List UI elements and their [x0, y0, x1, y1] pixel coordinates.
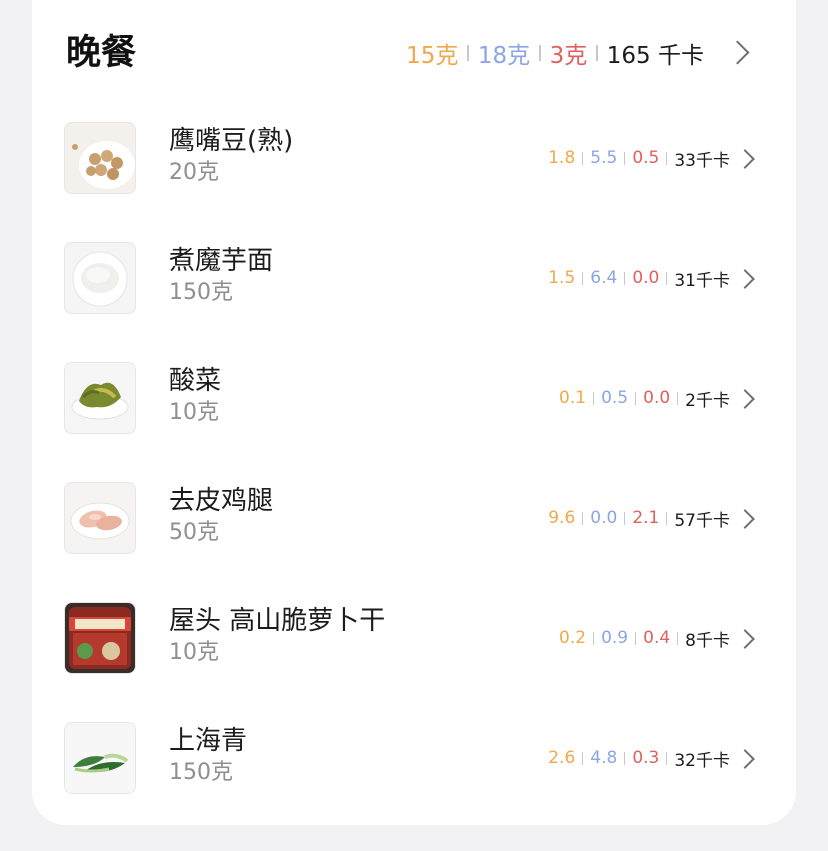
food-name: 上海青: [169, 726, 248, 756]
chevron-right-icon[interactable]: [735, 629, 755, 649]
divider: [635, 631, 637, 645]
chevron-right-icon[interactable]: [725, 40, 750, 65]
divider: [582, 511, 584, 525]
food-fat: 0.4: [643, 628, 671, 648]
food-item[interactable]: 去皮鸡腿 50克 9.6 0.0 2.1 57千卡: [32, 482, 796, 602]
food-calories: 31千卡: [674, 270, 730, 291]
food-nutrition: 0.2 0.9 0.4 8千卡: [559, 624, 730, 652]
divider: [582, 151, 584, 165]
divider: [635, 391, 637, 405]
food-carbs: 0.1: [559, 388, 587, 408]
food-fat: 0.5: [632, 148, 660, 168]
divider: [539, 45, 541, 61]
chevron-right-icon[interactable]: [735, 149, 755, 169]
konjac-noodles-photo-icon: [64, 242, 136, 314]
food-nutrition: 1.8 5.5 0.5 33千卡: [548, 144, 730, 172]
food-name: 屋头 高山脆萝卜干: [169, 606, 386, 636]
divider: [666, 151, 668, 165]
divider: [624, 751, 626, 765]
food-item[interactable]: 屋头 高山脆萝卜干 10克 0.2 0.9 0.4 8千卡: [32, 602, 796, 722]
divider: [596, 45, 598, 61]
food-name: 酸菜: [169, 366, 222, 396]
meal-header[interactable]: 晚餐 15克 18克 3克 165 千卡: [32, 0, 796, 104]
food-carbs: 1.8: [548, 148, 576, 168]
chevron-right-icon[interactable]: [735, 749, 755, 769]
divider: [593, 631, 595, 645]
food-calories: 2千卡: [685, 390, 730, 411]
food-calories: 32千卡: [674, 750, 730, 771]
divider: [582, 751, 584, 765]
food-nutrition: 9.6 0.0 2.1 57千卡: [548, 504, 730, 532]
food-nutrition: 1.5 6.4 0.0 31千卡: [548, 264, 730, 292]
meal-calories: 165 千卡: [606, 43, 704, 69]
food-amount: 150克: [169, 280, 233, 305]
meal-fat: 3克: [549, 43, 588, 69]
meal-card: 晚餐 15克 18克 3克 165 千卡 鹰嘴豆(熟) 20克 1.8 5.5 …: [32, 0, 796, 825]
food-nutrition: 2.6 4.8 0.3 32千卡: [548, 744, 730, 772]
food-fat: 0.3: [632, 748, 660, 768]
divider: [666, 751, 668, 765]
food-fat: 0.0: [643, 388, 671, 408]
food-carbs: 1.5: [548, 268, 576, 288]
food-nutrition: 0.1 0.5 0.0 2千卡: [559, 384, 730, 412]
food-protein: 6.4: [590, 268, 618, 288]
divider: [624, 271, 626, 285]
food-name: 鹰嘴豆(熟): [169, 126, 294, 156]
food-protein: 0.9: [601, 628, 629, 648]
chickpeas-photo-icon: [64, 122, 136, 194]
food-name: 去皮鸡腿: [169, 486, 274, 516]
food-fat: 2.1: [632, 508, 660, 528]
divider: [593, 391, 595, 405]
chevron-right-icon[interactable]: [735, 509, 755, 529]
divider: [582, 271, 584, 285]
divider: [666, 511, 668, 525]
chevron-right-icon[interactable]: [735, 389, 755, 409]
food-item[interactable]: 酸菜 10克 0.1 0.5 0.0 2千卡: [32, 362, 796, 482]
food-calories: 33千卡: [674, 150, 730, 171]
meal-carbs: 15克: [406, 43, 459, 69]
food-protein: 0.0: [590, 508, 618, 528]
meal-summary: 15克 18克 3克 165 千卡: [406, 36, 704, 70]
radish-jar-photo-icon: [64, 602, 136, 674]
food-protein: 4.8: [590, 748, 618, 768]
food-amount: 50克: [169, 520, 219, 545]
food-protein: 0.5: [601, 388, 629, 408]
food-carbs: 2.6: [548, 748, 576, 768]
food-amount: 20克: [169, 160, 219, 185]
meal-protein: 18克: [477, 43, 531, 69]
food-item[interactable]: 鹰嘴豆(熟) 20克 1.8 5.5 0.5 33千卡: [32, 122, 796, 242]
divider: [624, 151, 626, 165]
food-amount: 150克: [169, 760, 233, 785]
food-item[interactable]: 煮魔芋面 150克 1.5 6.4 0.0 31千卡: [32, 242, 796, 362]
meal-title: 晚餐: [66, 33, 137, 73]
food-amount: 10克: [169, 400, 219, 425]
food-amount: 10克: [169, 640, 219, 665]
divider: [467, 45, 469, 61]
divider: [677, 631, 679, 645]
divider: [677, 391, 679, 405]
bok-choy-photo-icon: [64, 722, 136, 794]
divider: [666, 271, 668, 285]
food-carbs: 0.2: [559, 628, 587, 648]
chicken-leg-photo-icon: [64, 482, 136, 554]
food-calories: 57千卡: [674, 510, 730, 531]
chevron-right-icon[interactable]: [735, 269, 755, 289]
food-protein: 5.5: [590, 148, 618, 168]
food-fat: 0.0: [632, 268, 660, 288]
food-calories: 8千卡: [685, 630, 730, 651]
divider: [624, 511, 626, 525]
pickled-cabbage-photo-icon: [64, 362, 136, 434]
food-carbs: 9.6: [548, 508, 576, 528]
food-name: 煮魔芋面: [169, 246, 274, 276]
food-item[interactable]: 上海青 150克 2.6 4.8 0.3 32千卡: [32, 722, 796, 842]
